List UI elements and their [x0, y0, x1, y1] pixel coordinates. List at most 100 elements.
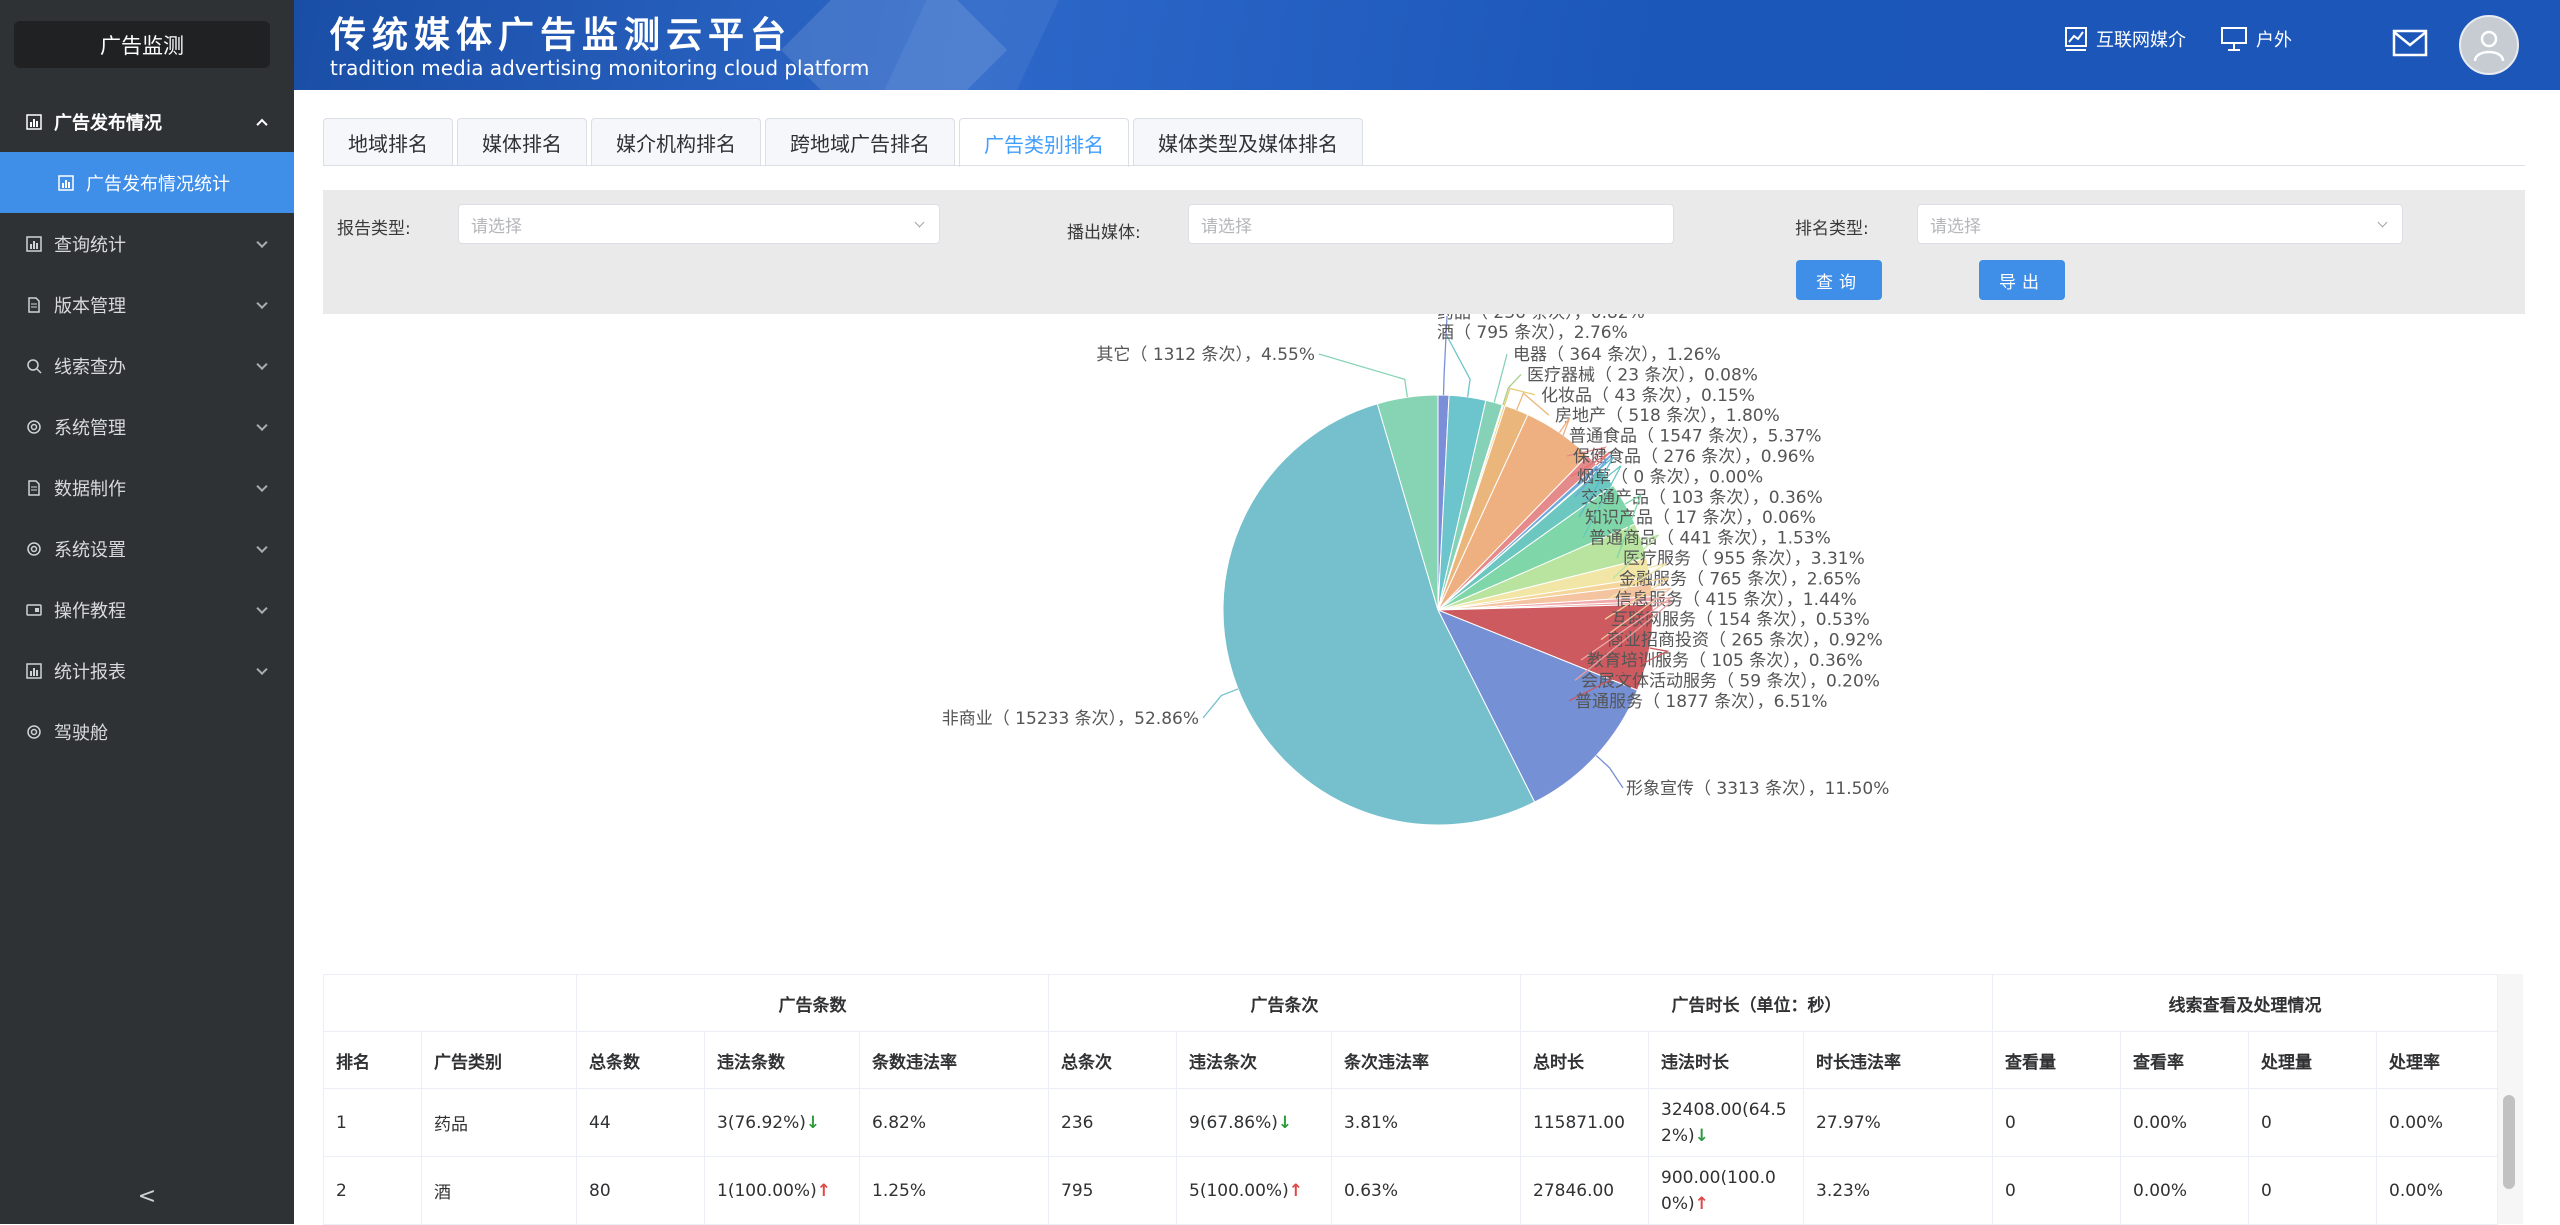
ranking-tabs: 地域排名 媒体排名 媒介机构排名 跨地域广告排名 广告类别排名 媒体类型及媒体排… — [323, 118, 1367, 167]
sidebar-item-label: 线索查办 — [54, 356, 126, 378]
pie-label: 房地产（ 518 条次），1.80% — [1555, 406, 1780, 426]
sidebar-item-query-stats[interactable]: 查询统计 — [0, 213, 294, 274]
internet-media-label: 互联网媒介 — [2096, 30, 2186, 51]
mail-icon[interactable] — [2392, 28, 2428, 62]
category-rank-table: 广告条数 广告条次 广告时长（单位：秒） 线索查看及处理情况 排名 广告类别 总… — [323, 974, 2498, 1225]
pie-label-line — [1595, 755, 1624, 789]
pie-label: 药品（ 236 条次），0.82% — [1437, 314, 1645, 323]
sidebar-item-clues[interactable]: 线索查办 — [0, 335, 294, 396]
chart-trend-icon — [2065, 27, 2087, 51]
illegal-duration-value: 32408.00(64.52%) — [1661, 1099, 1787, 1146]
col-category[interactable]: 广告类别 — [421, 1031, 577, 1089]
sidebar-item-label: 系统管理 — [54, 417, 126, 439]
group-clue-handling: 线索查看及处理情况 — [1992, 974, 2498, 1032]
pie-label: 知识产品（ 17 条次），0.06% — [1585, 508, 1816, 528]
cell-times-rate: 3.81% — [1331, 1088, 1521, 1157]
cell-total-times: 236 — [1048, 1088, 1177, 1157]
cell-total-count: 80 — [576, 1156, 705, 1225]
col-handle-rate[interactable]: 处理率 — [2376, 1031, 2498, 1089]
cell-count-rate: 1.25% — [859, 1156, 1049, 1225]
col-duration-rate[interactable]: 时长违法率 — [1803, 1031, 1993, 1089]
pie-label: 其它（ 1312 条次），4.55% — [1096, 345, 1315, 365]
col-total-times[interactable]: 总条次 — [1048, 1031, 1177, 1089]
table-group-empty — [323, 974, 577, 1032]
sidebar-item-version[interactable]: 版本管理 — [0, 274, 294, 335]
tab-media-type-rank[interactable]: 媒体类型及媒体排名 — [1133, 118, 1363, 166]
filter-panel: 报告类型: 请选择 播出媒体: 请选择 排名类型: 请选择 查询 导出 — [323, 190, 2525, 314]
sidebar-item-cockpit[interactable]: 驾驶舱 — [0, 701, 294, 762]
pie-label: 商业招商投资（ 265 条次），0.92% — [1607, 631, 1883, 651]
rank-type-label: 排名类型: — [1795, 219, 1869, 239]
table-row[interactable]: 1 药品 44 3(76.92%)↓ 6.82% 236 9(67.86%)↓ … — [323, 1088, 2498, 1157]
avatar[interactable] — [2459, 15, 2519, 75]
cell-views: 0 — [1992, 1156, 2121, 1225]
cell-illegal-times: 9(67.86%)↓ — [1176, 1088, 1332, 1157]
col-illegal-times[interactable]: 违法条次 — [1176, 1031, 1332, 1089]
bar-chart-icon — [26, 113, 42, 130]
outdoor-link[interactable]: 户外 — [2220, 26, 2292, 52]
media-input[interactable]: 请选择 — [1188, 204, 1674, 244]
collapse-sidebar-button[interactable]: < — [0, 1170, 294, 1222]
top-header: 传统媒体广告监测云平台 tradition media advertising … — [294, 0, 2560, 90]
gear-icon — [26, 541, 42, 557]
pie-label: 酒（ 795 条次），2.76% — [1437, 323, 1628, 343]
col-total-count[interactable]: 总条数 — [576, 1031, 705, 1089]
report-type-placeholder: 请选择 — [471, 216, 522, 237]
chevron-down-icon — [256, 358, 268, 370]
col-total-duration[interactable]: 总时长 — [1520, 1031, 1649, 1089]
cell-total-times: 795 — [1048, 1156, 1177, 1225]
chevron-down-icon — [256, 663, 268, 675]
col-handled[interactable]: 处理量 — [2248, 1031, 2377, 1089]
tab-cross-region-rank[interactable]: 跨地域广告排名 — [765, 118, 955, 166]
col-illegal-duration[interactable]: 违法时长 — [1648, 1031, 1804, 1089]
gear-icon — [26, 724, 42, 740]
sidebar-item-reports[interactable]: 统计报表 — [0, 640, 294, 701]
pie-label: 会展文体活动服务（ 59 条次），0.20% — [1581, 671, 1880, 691]
cell-handled: 0 — [2248, 1088, 2377, 1157]
chevron-up-icon — [256, 118, 268, 130]
outdoor-label: 户外 — [2256, 30, 2292, 51]
bar-chart-icon — [26, 662, 42, 679]
platform-subtitle: tradition media advertising monitoring c… — [330, 56, 870, 80]
document-icon — [26, 296, 42, 313]
sidebar-item-system-settings[interactable]: 系统设置 — [0, 518, 294, 579]
col-times-rate[interactable]: 条次违法率 — [1331, 1031, 1521, 1089]
tab-category-rank[interactable]: 广告类别排名 — [959, 118, 1129, 167]
col-illegal-count[interactable]: 违法条数 — [704, 1031, 860, 1089]
group-ad-times: 广告条次 — [1048, 974, 1521, 1032]
query-button[interactable]: 查询 — [1796, 260, 1882, 300]
search-icon — [26, 358, 42, 374]
brand-badge: 广告监测 — [14, 21, 270, 68]
sidebar-item-data-make[interactable]: 数据制作 — [0, 457, 294, 518]
bar-chart-icon — [26, 235, 42, 252]
rank-type-select[interactable]: 请选择 — [1917, 204, 2403, 244]
col-rank[interactable]: 排名 — [323, 1031, 422, 1089]
tab-region-rank[interactable]: 地域排名 — [323, 118, 453, 166]
cell-illegal-times: 5(100.00%)↑ — [1176, 1156, 1332, 1225]
sidebar-item-tutorial[interactable]: 操作教程 — [0, 579, 294, 640]
cell-illegal-count: 1(100.00%)↑ — [704, 1156, 860, 1225]
col-count-rate[interactable]: 条数违法率 — [859, 1031, 1049, 1089]
col-view-rate[interactable]: 查看率 — [2120, 1031, 2249, 1089]
cell-rank: 2 — [323, 1156, 422, 1225]
gear-icon — [26, 419, 42, 435]
card-icon — [26, 602, 42, 618]
tab-agency-rank[interactable]: 媒介机构排名 — [591, 118, 761, 166]
pie-label: 普通服务（ 1877 条次），6.51% — [1575, 692, 1828, 712]
col-views[interactable]: 查看量 — [1992, 1031, 2121, 1089]
user-icon — [2473, 30, 2505, 62]
internet-media-link[interactable]: 互联网媒介 — [2064, 26, 2186, 52]
sidebar-item-label: 操作教程 — [54, 600, 126, 622]
table-scrollbar-thumb[interactable] — [2503, 1095, 2515, 1189]
sidebar-item-label: 版本管理 — [54, 295, 126, 317]
cell-category: 药品 — [421, 1088, 577, 1157]
export-button[interactable]: 导出 — [1979, 260, 2065, 300]
illegal-count-value: 3(76.92%) — [717, 1112, 806, 1133]
sidebar-item-ad-publish-stats[interactable]: 广告发布情况统计 — [0, 152, 294, 213]
tab-media-rank[interactable]: 媒体排名 — [457, 118, 587, 166]
sidebar-item-system-admin[interactable]: 系统管理 — [0, 396, 294, 457]
table-row[interactable]: 2 酒 80 1(100.00%)↑ 1.25% 795 5(100.00%)↑… — [323, 1156, 2498, 1225]
sidebar: 广告监测 广告发布情况 广告发布情况统计 查询统计 版本管理 线索查办 系统管理… — [0, 0, 294, 1224]
sidebar-item-ad-publish[interactable]: 广告发布情况 — [0, 91, 294, 152]
report-type-select[interactable]: 请选择 — [458, 204, 940, 244]
